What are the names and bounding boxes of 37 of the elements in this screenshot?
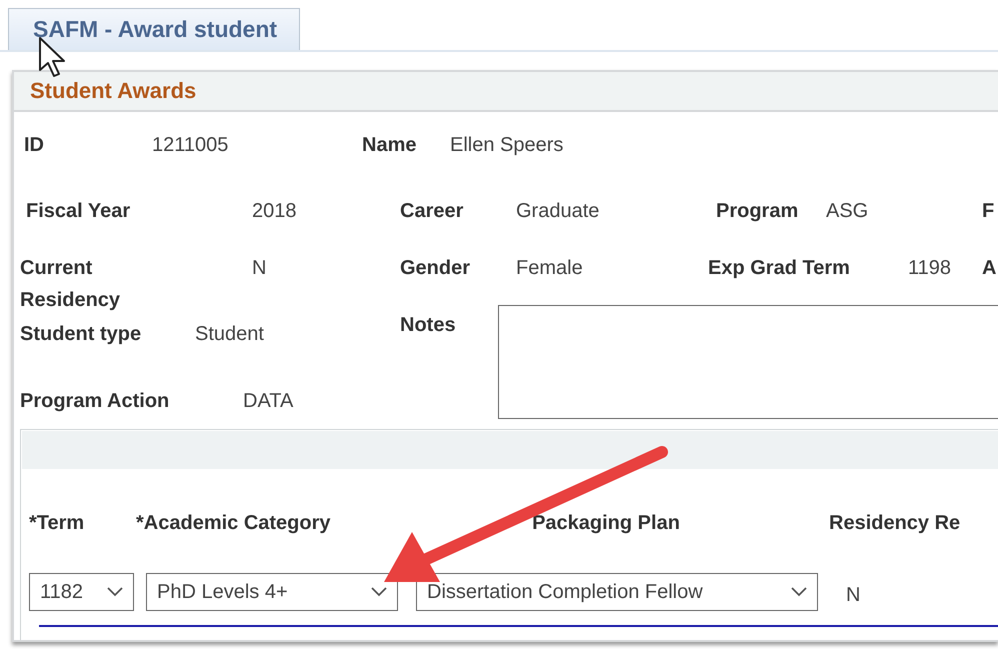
field-value: DATA (243, 389, 294, 414)
chevron-down-icon (107, 587, 123, 597)
chevron-down-icon (791, 587, 807, 597)
field-label: Notes (400, 313, 457, 338)
column-header: Residency Re (829, 511, 960, 536)
field-label: A (982, 256, 996, 281)
field-value: 2018 (252, 199, 298, 224)
field-label: ID (24, 133, 45, 158)
field-value: 1198 (908, 256, 952, 281)
column-header: *Academic Category (136, 511, 332, 536)
field-value: Female (516, 256, 584, 281)
field-label: Exp Grad Term (708, 256, 851, 281)
field-value: Student (195, 322, 264, 347)
field-value: Ellen Speers (450, 133, 564, 158)
dropdown-field[interactable]: 1182 (29, 573, 134, 611)
column-header: Packaging Plan (532, 511, 680, 536)
panel-title: Student Awards (30, 78, 196, 104)
field-label: Current Residency (20, 256, 122, 313)
mouse-pointer-icon (38, 36, 68, 78)
field-label: Program (716, 199, 800, 224)
dropdown-field[interactable]: PhD Levels 4+ (146, 573, 398, 611)
field-value: Graduate (516, 199, 600, 224)
field-value: N (252, 256, 268, 281)
field-label: F (982, 199, 994, 224)
field-value: ASG (826, 199, 870, 224)
page-tab[interactable]: SAFM - Award student (8, 8, 300, 50)
notes-field[interactable] (498, 305, 998, 419)
field-label: Program Action (20, 389, 170, 414)
field-label: Name (362, 133, 418, 158)
field-label: Career (400, 199, 464, 224)
chevron-down-icon (371, 587, 387, 597)
field-label: Fiscal Year (26, 199, 132, 224)
field-label: Student type (20, 322, 142, 347)
table-cell-text: N (846, 583, 860, 608)
field-value: 1211005 (152, 133, 230, 158)
field-label: Gender (400, 256, 472, 281)
dropdown-field[interactable]: Dissertation Completion Fellow (416, 573, 818, 611)
